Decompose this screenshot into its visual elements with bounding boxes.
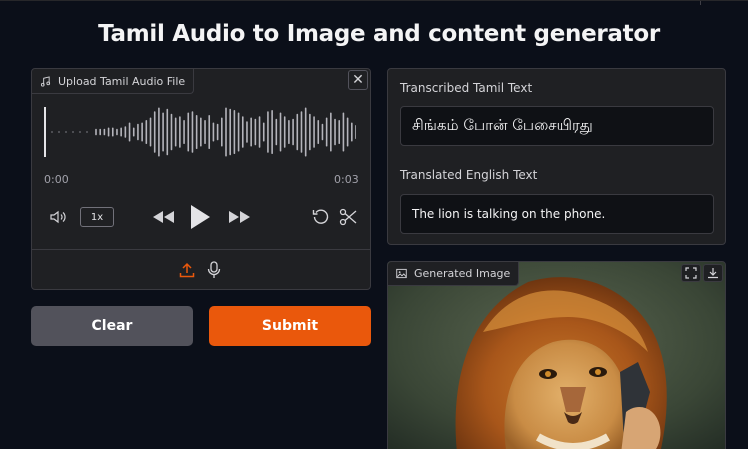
rewind-icon [153, 211, 174, 223]
close-icon: ✕ [352, 72, 364, 88]
playback-controls: 1x [32, 203, 372, 231]
audio-waveform[interactable] [44, 105, 356, 159]
upload-icon [179, 262, 195, 278]
image-icon [396, 268, 407, 279]
rewind-button[interactable] [152, 208, 176, 226]
microphone-button[interactable] [205, 261, 223, 279]
play-icon [191, 205, 210, 229]
english-text-field[interactable]: The lion is talking on the phone. [400, 194, 714, 234]
audio-upload-panel: Upload Tamil Audio File ✕ 0:00 0:03 1x [31, 68, 371, 290]
panel-divider [32, 249, 370, 250]
english-text-value: The lion is talking on the phone. [412, 207, 606, 221]
download-button[interactable] [703, 264, 723, 282]
trim-button[interactable] [337, 207, 359, 227]
clear-button[interactable]: Clear [31, 306, 193, 346]
image-label-tab: Generated Image [388, 262, 520, 286]
audio-label-tab: Upload Tamil Audio File [32, 69, 195, 94]
music-note-icon [40, 75, 51, 87]
audio-label: Upload Tamil Audio File [58, 74, 186, 88]
time-start: 0:00 [44, 173, 69, 186]
tamil-text-field[interactable]: சிங்கம் போன் பேசையிரது [400, 106, 714, 146]
fast-forward-button[interactable] [227, 208, 251, 226]
undo-icon [312, 209, 329, 224]
generated-lion-image [388, 262, 725, 449]
top-border [0, 0, 748, 5]
download-icon [708, 268, 718, 279]
english-text-label: Translated English Text [400, 168, 538, 182]
image-label: Generated Image [414, 267, 511, 280]
generated-image-panel: Generated Image [387, 261, 726, 449]
volume-icon [50, 210, 66, 224]
fast-forward-icon [229, 211, 250, 223]
microphone-icon [207, 261, 221, 278]
submit-button[interactable]: Submit [209, 306, 371, 346]
close-audio-button[interactable]: ✕ [348, 70, 368, 90]
fullscreen-icon [685, 267, 697, 279]
transcription-panel: Transcribed Tamil Text சிங்கம் போன் பேசை… [387, 68, 726, 245]
volume-button[interactable] [48, 207, 70, 227]
tamil-text-value: சிங்கம் போன் பேசையிரது [412, 116, 593, 134]
play-button[interactable] [188, 203, 212, 231]
time-end: 0:03 [334, 173, 359, 186]
tamil-text-label: Transcribed Tamil Text [400, 81, 533, 95]
reset-button[interactable] [310, 207, 332, 227]
upload-button[interactable] [178, 261, 196, 279]
page-title: Tamil Audio to Image and content generat… [98, 21, 660, 47]
fullscreen-button[interactable] [681, 264, 701, 282]
scissors-icon [339, 208, 357, 226]
playback-speed-button[interactable]: 1x [80, 207, 114, 227]
image-actions [681, 264, 723, 282]
